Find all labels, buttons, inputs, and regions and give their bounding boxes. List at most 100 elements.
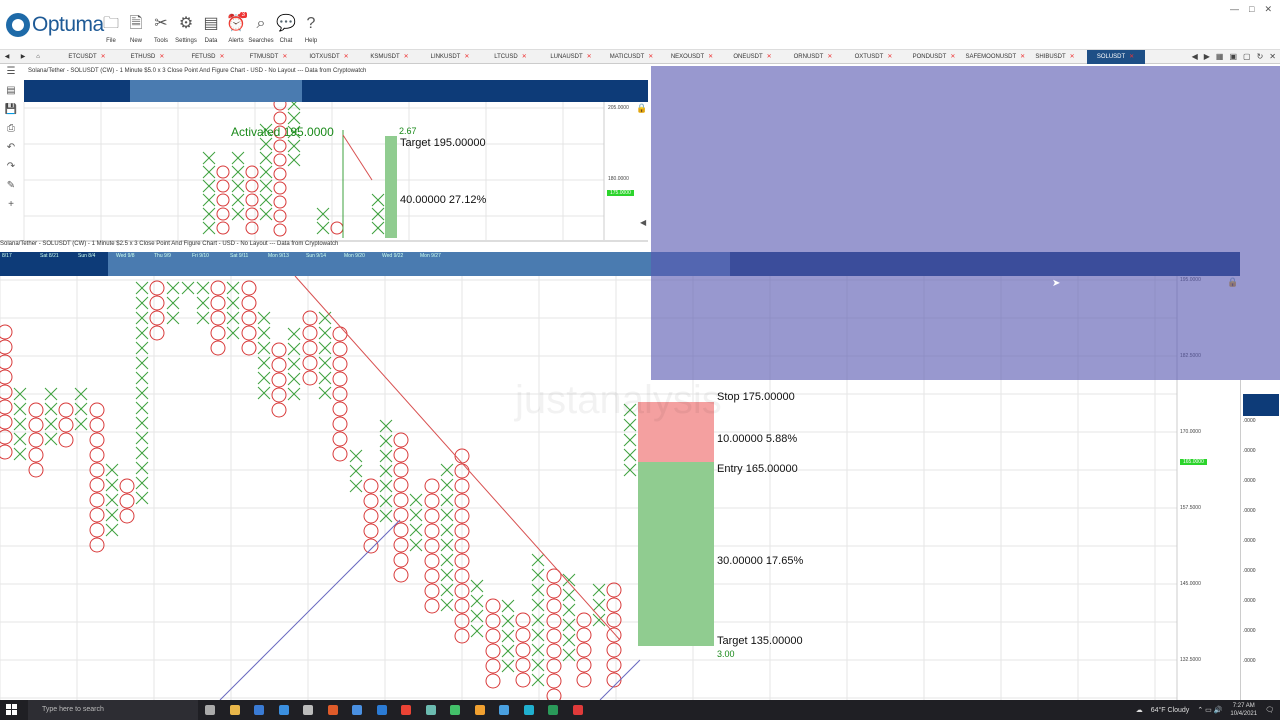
o-mark (363, 523, 379, 539)
x-mark (531, 598, 545, 612)
o-mark (332, 356, 348, 372)
weather-icon[interactable]: ☁ (1136, 706, 1143, 714)
taskbar-app-icon[interactable] (352, 705, 362, 715)
clock[interactable]: 7:27 AM 10/4/2021 (1230, 702, 1257, 718)
o-mark (515, 672, 531, 688)
o-mark (424, 598, 440, 614)
taskbar-app-icon[interactable] (205, 705, 215, 715)
notifications-icon[interactable]: 🗨 (1265, 706, 1274, 714)
o-mark (606, 612, 622, 628)
x-mark (287, 139, 301, 153)
o-mark (424, 478, 440, 494)
taskbar-app-icon[interactable] (499, 705, 509, 715)
chart1-overview-band[interactable] (24, 80, 648, 102)
taskbar-app-icon[interactable] (376, 705, 387, 715)
selection-overlay[interactable] (651, 66, 1280, 380)
taskbar-app-icon[interactable] (523, 705, 534, 715)
taskbar-app-icon[interactable] (254, 705, 264, 715)
x-mark (287, 372, 301, 386)
x-mark (440, 493, 454, 507)
o-mark (273, 167, 287, 181)
x-mark (379, 449, 393, 463)
o-mark (393, 567, 409, 583)
o-mark (245, 193, 259, 207)
o-mark (273, 111, 287, 125)
o-mark (393, 507, 409, 523)
x-mark (592, 598, 606, 612)
o-mark (424, 508, 440, 524)
band-date-label: Mon 9/20 (344, 253, 365, 259)
chart1-title: Solana/Tether - SOLUSDT (CW) - 1 Minute … (28, 68, 367, 74)
x-mark (166, 296, 180, 310)
taskbar-app-icon[interactable] (572, 705, 583, 715)
o-mark (576, 672, 592, 688)
o-mark (330, 221, 344, 235)
x-mark (135, 341, 149, 355)
taskbar-app-icon[interactable] (474, 705, 485, 715)
taskbar-app-icon[interactable] (450, 705, 460, 715)
x-mark (166, 281, 180, 295)
o-mark (576, 642, 592, 658)
o-mark (302, 325, 318, 341)
x-mark (105, 493, 119, 507)
o-mark (0, 444, 13, 460)
x-mark (371, 193, 385, 207)
o-mark (363, 478, 379, 494)
taskbar-app-icon[interactable] (229, 705, 240, 715)
taskbar-app-icon[interactable] (548, 705, 558, 715)
o-mark (241, 295, 257, 311)
taskbar-app-icon[interactable] (278, 705, 289, 715)
x-mark (531, 613, 545, 627)
o-mark (89, 477, 105, 493)
taskbar-app-icon[interactable] (327, 705, 338, 715)
x-mark (623, 448, 637, 462)
x-mark (316, 221, 330, 235)
o-mark (393, 477, 409, 493)
chart1-overview-slider[interactable] (130, 80, 302, 102)
x-mark (318, 341, 332, 355)
o-mark (216, 207, 230, 221)
o-mark (332, 446, 348, 462)
taskbar-app-icon[interactable] (401, 705, 411, 715)
x-mark (531, 568, 545, 582)
trend-line-up[interactable] (219, 519, 401, 700)
o-mark (245, 221, 259, 235)
windows-start-icon[interactable] (6, 704, 18, 716)
x-mark (409, 523, 423, 537)
o-mark (58, 417, 74, 433)
x-mark (44, 402, 58, 416)
o-mark (149, 280, 165, 296)
o-mark (149, 295, 165, 311)
x-mark (501, 659, 515, 673)
tray-icons[interactable]: ⌃ ▭ 🔊 (1197, 706, 1222, 714)
right-side-panel: .0000 .0000 .0000 .0000 .0000 .0000 .0000 .0000… (1240, 380, 1280, 700)
taskbar-app-icon[interactable] (425, 705, 436, 715)
x-mark (470, 624, 484, 638)
x-mark (13, 402, 27, 416)
taskbar-search-input[interactable]: Type here to search (28, 700, 198, 720)
o-mark (216, 193, 230, 207)
o-mark (485, 628, 501, 644)
x-mark (259, 165, 273, 179)
x-mark (440, 523, 454, 537)
x-mark (562, 603, 576, 617)
chart1-collapse-icon[interactable]: ◀ (640, 218, 646, 227)
band-date-label: Mon 9/27 (420, 253, 441, 259)
o-mark (424, 553, 440, 569)
target-zone[interactable] (638, 462, 714, 646)
chart1-lock-icon[interactable]: 🔒 (636, 103, 647, 114)
o-mark (424, 568, 440, 584)
weather-text[interactable]: 64°F Cloudy (1151, 707, 1190, 714)
taskbar-app-icon[interactable] (303, 705, 313, 715)
trend-line-up-2[interactable] (599, 659, 641, 700)
x-mark (379, 434, 393, 448)
right-axis-tick: .0000 (1243, 508, 1256, 514)
o-mark (393, 537, 409, 553)
chart2-axis-tick: 132.5000 (1180, 657, 1201, 663)
o-mark (149, 325, 165, 341)
chart1-target-zone[interactable] (385, 136, 397, 238)
chart2-title: Solana/Tether - SOLUSDT (CW) - 1 Minute … (0, 241, 339, 247)
right-axis-tick: .0000 (1243, 598, 1256, 604)
x-mark (231, 207, 245, 221)
x-mark (135, 416, 149, 430)
